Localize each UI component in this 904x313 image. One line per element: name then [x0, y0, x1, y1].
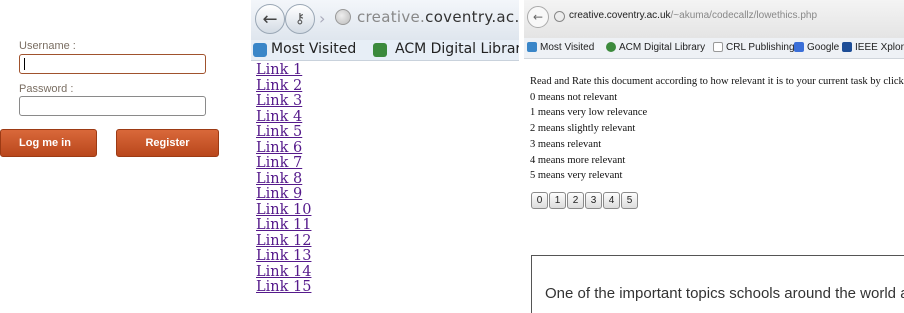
rating-scale-item: 4 means more relevant	[530, 154, 626, 166]
link-list: Link 1 Link 2 Link 3 Link 4 Link 5 Link …	[256, 62, 311, 296]
globe-icon	[335, 9, 351, 25]
rating-button-0[interactable]: 0	[531, 192, 548, 209]
navigation-bar: ← creative.coventry.ac.uk/~akuma/codecal…	[524, 0, 904, 38]
google-icon	[794, 42, 804, 52]
link-item[interactable]: Link 11	[256, 217, 311, 234]
link-item[interactable]: Link 4	[256, 109, 311, 126]
acm-icon	[373, 43, 387, 57]
bookmark-acm-digital-library[interactable]: ACM Digital Library	[619, 42, 705, 53]
rating-button-4[interactable]: 4	[603, 192, 620, 209]
bookmark-most-visited[interactable]: Most Visited	[271, 41, 356, 57]
rating-scale-item: 2 means slightly relevant	[530, 123, 636, 135]
rating-scale-item: 3 means relevant	[530, 138, 602, 150]
document-text: One of the important topics schools arou…	[545, 285, 904, 302]
most-visited-icon	[527, 42, 537, 52]
address-prefix: creative.	[357, 8, 426, 26]
most-visited-icon	[253, 43, 267, 57]
link-item[interactable]: Link 9	[256, 186, 311, 203]
link-item[interactable]: Link 2	[256, 78, 311, 95]
link-item[interactable]: Link 14	[256, 264, 311, 281]
bookmarks-bar: Most Visited ACM Digital Librar	[251, 40, 519, 61]
bookmark-google[interactable]: Google	[807, 42, 839, 53]
login-button[interactable]: Log me in	[0, 129, 97, 157]
address-domain: creative.coventry.ac.uk	[569, 10, 671, 21]
link-item[interactable]: Link 15	[256, 279, 311, 296]
rating-button-group: 0 1 2 3 4 5	[531, 192, 639, 209]
bookmark-most-visited[interactable]: Most Visited	[540, 42, 594, 53]
links-browser-window: ← ⚷ › creative.coventry.ac.uk Most Visit…	[251, 0, 519, 313]
bookmark-crl-publishing[interactable]: CRL Publishing	[726, 42, 795, 53]
rating-button-5[interactable]: 5	[621, 192, 638, 209]
rating-button-3[interactable]: 3	[585, 192, 602, 209]
login-panel: Username : Password : Log me in Register	[0, 0, 232, 313]
link-item[interactable]: Link 8	[256, 171, 311, 188]
link-item[interactable]: Link 6	[256, 140, 311, 157]
rating-button-1[interactable]: 1	[549, 192, 566, 209]
bookmarks-bar: Most Visited ACM Digital Library CRL Pub…	[524, 38, 904, 59]
address-domain: coventry.ac.uk	[425, 8, 519, 26]
forward-chevron-icon[interactable]: ›	[319, 9, 325, 28]
acm-icon	[606, 42, 616, 52]
key-icon[interactable]: ⚷	[285, 4, 315, 34]
globe-icon	[554, 11, 565, 22]
bookmark-ieee-xplore[interactable]: IEEE Xplore - Home	[855, 42, 904, 53]
document-frame[interactable]	[531, 255, 904, 313]
bookmark-acm-digital-library[interactable]: ACM Digital Librar	[395, 41, 519, 57]
address-bar[interactable]: creative.coventry.ac.uk/~akuma/codecallz…	[569, 10, 817, 21]
rating-scale-item: 5 means very relevant	[530, 170, 623, 182]
link-item[interactable]: Link 12	[256, 233, 311, 250]
back-arrow-icon[interactable]: ←	[527, 6, 549, 28]
page-icon	[713, 42, 723, 52]
username-label: Username :	[19, 40, 76, 52]
link-item[interactable]: Link 5	[256, 124, 311, 141]
link-item[interactable]: Link 1	[256, 62, 311, 79]
rating-scale-item: 0 means not relevant	[530, 91, 618, 103]
ieee-icon	[842, 42, 852, 52]
instruction-heading: Read and Rate this document according to…	[530, 76, 904, 87]
password-label: Password :	[19, 83, 74, 95]
rating-instructions: Read and Rate this document according to…	[530, 74, 904, 184]
navigation-bar: ← ⚷ › creative.coventry.ac.uk	[251, 0, 519, 40]
rating-browser-window: ← creative.coventry.ac.uk/~akuma/codecal…	[524, 0, 904, 313]
text-cursor	[24, 58, 25, 70]
password-field[interactable]	[19, 96, 206, 116]
address-path: /~akuma/codecallz/lowethics.php	[670, 10, 818, 21]
address-bar[interactable]: creative.coventry.ac.uk	[357, 8, 519, 26]
register-button[interactable]: Register	[116, 129, 219, 157]
link-item[interactable]: Link 3	[256, 93, 311, 110]
link-item[interactable]: Link 13	[256, 248, 311, 265]
rating-button-2[interactable]: 2	[567, 192, 584, 209]
link-item[interactable]: Link 10	[256, 202, 311, 219]
username-field[interactable]	[19, 54, 206, 74]
rating-scale-item: 1 means very low relevance	[530, 107, 648, 119]
back-arrow-icon[interactable]: ←	[255, 4, 285, 34]
link-item[interactable]: Link 7	[256, 155, 311, 172]
